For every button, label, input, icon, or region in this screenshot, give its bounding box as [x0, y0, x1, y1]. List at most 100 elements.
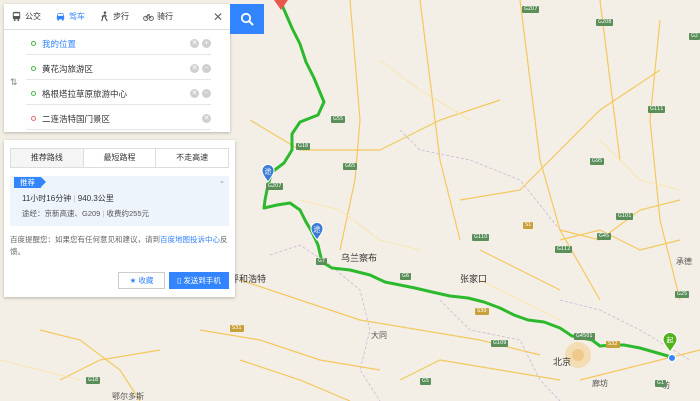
via-pin-label: 途: [265, 167, 272, 176]
road-shield: G101: [616, 213, 634, 220]
add-stop-icon[interactable]: +: [202, 39, 211, 48]
close-icon[interactable]: ✕: [206, 4, 230, 30]
tab-drive[interactable]: 驾车: [48, 4, 92, 30]
route-result-panel: 推荐路线 最短路程 不走高速 推荐 ⌄ 11小时16分钟 | 940.3公里 途…: [4, 140, 235, 297]
tab-bus[interactable]: 公交: [4, 4, 48, 30]
road-shield: G95: [590, 158, 605, 165]
road-shield: G110: [472, 234, 490, 241]
road-shield: G65: [343, 163, 358, 170]
tab-drive-label: 驾车: [69, 12, 85, 21]
road-shield: G111: [648, 106, 666, 113]
route-card[interactable]: 推荐 ⌄ 11小时16分钟 | 940.3公里 途经：京新高速、G209 | 收…: [10, 176, 229, 226]
bus-icon: [12, 11, 21, 22]
send-to-phone-button[interactable]: ▯ 发送到手机: [169, 272, 229, 289]
via-dot-icon: [31, 91, 36, 96]
city-label-wulanchabu: 乌兰察布: [341, 254, 378, 264]
city-label-datong: 大同: [371, 331, 387, 340]
road-shield: G6: [400, 273, 412, 280]
route-option-tabs: 推荐路线 最短路程 不走高速: [10, 148, 229, 168]
end-dot-icon: [31, 116, 36, 121]
city-label-langfang: 廊坊: [592, 379, 608, 388]
tab-walk[interactable]: 步行: [92, 4, 136, 30]
start-pin[interactable]: 起: [662, 332, 678, 355]
remove-stop-icon[interactable]: ✕: [190, 64, 199, 73]
road-shield: S31: [230, 325, 244, 332]
via-pin[interactable]: 途: [261, 164, 275, 185]
minus-stop-icon[interactable]: −: [202, 64, 211, 73]
tab-recommended[interactable]: 推荐路线: [11, 149, 84, 167]
city-label-hohhot: 呼和浩特: [230, 275, 267, 285]
city-label-chengde: 承德: [676, 257, 692, 266]
travel-mode-tabs: 公交 驾车 步行 骑行 ✕: [4, 4, 230, 30]
via-dot-icon: [31, 66, 36, 71]
tab-bike[interactable]: 骑行: [136, 4, 180, 30]
destination-pin[interactable]: [274, 0, 288, 12]
city-label-zhangjiakou: 张家口: [460, 275, 488, 285]
feedback-text: 百度提醒您：如果您有任何意见和建议，请到百度地图投诉中心反馈。: [10, 234, 232, 258]
road-shield: G109: [491, 340, 509, 347]
start-pin-label: 起: [667, 337, 674, 345]
recommended-badge: 推荐: [14, 177, 46, 188]
directions-panel: 公交 驾车 步行 骑行 ✕ ⇅ 我的位置 ✕ + 黄花沟旅游区 ✕ − 格根塔拉…: [4, 4, 230, 132]
road-shield: G112: [555, 246, 573, 253]
remove-stop-icon[interactable]: ✕: [190, 39, 199, 48]
feedback-link[interactable]: 百度地图投诉中心: [160, 235, 220, 244]
end-input[interactable]: 二连浩特国门景区: [42, 113, 199, 125]
search-button[interactable]: [230, 4, 264, 34]
road-shield: G4501: [574, 333, 595, 340]
road-shield: G1: [655, 380, 667, 387]
feedback-prefix: 百度提醒您：如果您有任何意见和建议，请到: [10, 235, 160, 244]
stop-row-start[interactable]: 我的位置 ✕ +: [26, 33, 211, 55]
route-toll: 收费约255元: [106, 209, 150, 218]
tab-no-highway[interactable]: 不走高速: [156, 149, 228, 167]
road-shield: S1: [523, 222, 534, 229]
road-shield: G55: [331, 116, 346, 123]
via-pin-label: 途: [314, 225, 321, 234]
phone-icon: ▯: [177, 276, 182, 285]
send-label: 发送到手机: [183, 276, 221, 285]
remove-stop-icon[interactable]: ✕: [190, 89, 199, 98]
via-pin[interactable]: 途: [310, 222, 324, 243]
route-via-line: 途经：京新高速、G209 | 收费约255元: [22, 209, 150, 218]
road-shield: G5: [420, 378, 432, 385]
swap-icon[interactable]: ⇅: [10, 77, 18, 88]
favorite-button[interactable]: ★ 收藏: [118, 272, 165, 289]
route-distance: 940.3公里: [77, 194, 114, 203]
via-input-2[interactable]: 格根塔拉草原旅游中心: [42, 88, 187, 100]
road-shield: G207: [522, 6, 540, 13]
start-input[interactable]: 我的位置: [42, 38, 187, 50]
road-shield: S32: [606, 341, 620, 348]
tab-walk-label: 步行: [113, 12, 129, 21]
minus-stop-icon[interactable]: −: [202, 89, 211, 98]
stop-row-via-1[interactable]: 黄花沟旅游区 ✕ −: [26, 58, 211, 80]
city-label-eerduosi: 鄂尔多斯: [112, 392, 144, 401]
search-icon: [240, 12, 254, 26]
city-label-beijing: 北京: [553, 358, 572, 368]
route-via-label: 途经：: [22, 209, 45, 218]
road-shield: G7: [316, 258, 328, 265]
road-shield: S30: [475, 308, 489, 315]
route-duration: 11小时16分钟: [22, 194, 72, 203]
road-shield: G18: [296, 143, 311, 150]
start-dot-icon: [31, 41, 36, 46]
remove-stop-icon[interactable]: ✕: [202, 114, 211, 123]
bike-icon: [143, 13, 154, 21]
tab-bike-label: 骑行: [157, 12, 173, 21]
tab-bus-label: 公交: [25, 12, 41, 21]
road-shield: G18: [86, 377, 101, 384]
stop-row-via-2[interactable]: 格根塔拉草原旅游中心 ✕ −: [26, 83, 211, 105]
stop-row-end[interactable]: 二连浩特国门景区 ✕: [26, 108, 211, 130]
road-shield: G208: [596, 19, 614, 26]
route-summary: 11小时16分钟 | 940.3公里: [22, 194, 114, 203]
road-shield: G25: [675, 291, 690, 298]
car-icon: [56, 13, 65, 21]
road-shield: G45: [597, 233, 612, 240]
favorite-label: 收藏: [138, 276, 154, 285]
via-input-1[interactable]: 黄花沟旅游区: [42, 63, 187, 75]
tab-shortest[interactable]: 最短路程: [84, 149, 157, 167]
star-icon: ★: [129, 276, 137, 285]
route-via-roads: 京新高速、G209: [44, 209, 101, 218]
chevron-down-icon[interactable]: ⌄: [219, 177, 225, 185]
road-shield: G2: [689, 33, 700, 40]
walk-icon: [101, 11, 108, 22]
